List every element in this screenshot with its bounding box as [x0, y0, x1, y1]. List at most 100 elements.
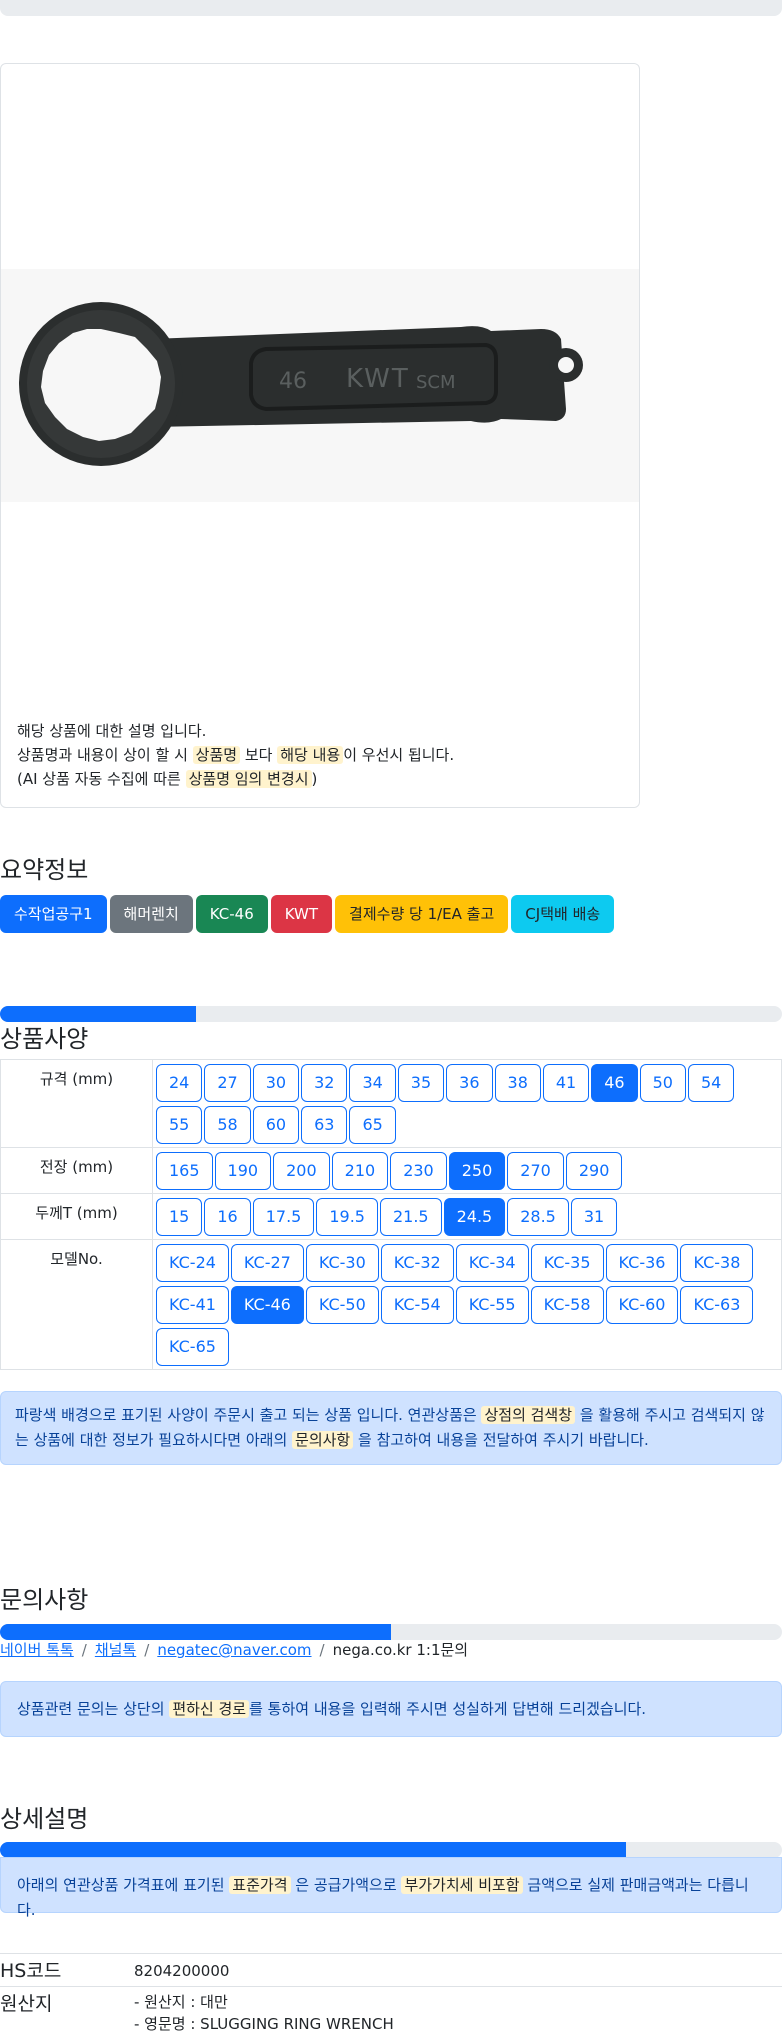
notes-text: 이 우선시 됩니다.	[343, 746, 455, 764]
summary-badge: KC-46	[195, 895, 268, 933]
highlight-standard-price: 표준가격	[229, 1876, 291, 1894]
channel-talk-link[interactable]: 채널톡	[95, 1641, 136, 1659]
product-notes: 해당 상품에 대한 설명 입니다. 상품명과 내용이 상이 할 시 상품명 보다…	[17, 719, 454, 791]
spec-option-button[interactable]: 63	[301, 1106, 348, 1144]
specs-title: 상품사양	[0, 1025, 89, 1053]
spec-option-button[interactable]: 21.5	[379, 1198, 442, 1236]
detail-notice: 아래의 연관상품 가격표에 표기된 표준가격 은 공급가액으로 부가가치세 비포…	[0, 1857, 782, 1919]
product-card: 46 KWT SCM 해당 상품에 대한 설명 입니다. 상품명과 내용이 상이…	[0, 63, 640, 808]
spec-option-button[interactable]: KC-24	[156, 1244, 229, 1282]
separator: /	[81, 1641, 87, 1659]
image-brand-text: KWT	[346, 364, 410, 394]
specs-progress-bar	[0, 1006, 782, 1022]
origin-english-name: - 영문명 : SLUGGING RING WRENCH	[134, 2015, 394, 2033]
spec-label: 규격 (mm)	[0, 1059, 153, 1148]
spec-option-button[interactable]: KC-60	[605, 1286, 679, 1324]
notes-text: (AI 상품 자동 수집에 따른	[17, 770, 181, 788]
spec-option-button[interactable]: 41	[542, 1064, 590, 1102]
origin-value: - 원산지 : 대만 - 영문명 : SLUGGING RING WRENCH	[134, 1991, 394, 2035]
notes-text: 상품명과 내용이 상이 할 시	[17, 746, 188, 764]
spec-label: 두께T (mm)	[0, 1193, 153, 1240]
hs-code-label: HS코드	[0, 1960, 62, 1982]
image-size-text: 46	[279, 369, 307, 394]
spec-option-button[interactable]: 32	[301, 1064, 348, 1102]
spec-option-button[interactable]: 200	[273, 1152, 330, 1190]
notice-text: 은 공급가액으로	[295, 1876, 397, 1894]
notice-text: 상품관련 문의는 상단의	[17, 1700, 165, 1718]
spec-option-button[interactable]: 270	[507, 1152, 564, 1190]
detail-title: 상세설명	[0, 1805, 89, 1833]
summary-badge: 결제수량 당 1/EA 출고	[335, 895, 509, 933]
spec-option-button[interactable]: 50	[639, 1064, 686, 1102]
spec-option-button[interactable]: KC-35	[530, 1244, 604, 1282]
spec-option-button[interactable]: KC-55	[455, 1286, 529, 1324]
spec-option-button[interactable]: 24.5	[443, 1198, 506, 1236]
notice-text: 를 통하여 내용을 입력해 주시면 성실하게 답변해 드리겠습니다.	[249, 1700, 647, 1718]
spec-option-button[interactable]: 30	[252, 1064, 300, 1102]
spec-option-button[interactable]: KC-36	[605, 1244, 679, 1282]
spec-option-button[interactable]: KC-46	[230, 1286, 304, 1324]
spec-option-button[interactable]: 24	[156, 1064, 203, 1102]
spec-option-button[interactable]: KC-38	[680, 1244, 754, 1282]
spec-option-button[interactable]: 27	[204, 1064, 251, 1102]
spec-option-button[interactable]: KC-32	[380, 1244, 454, 1282]
inquiry-progress-bar	[0, 1624, 782, 1640]
separator: /	[144, 1641, 150, 1659]
spec-option-button[interactable]: 290	[565, 1152, 623, 1190]
spec-option-button[interactable]: 36	[446, 1064, 493, 1102]
spec-option-button[interactable]: KC-63	[680, 1286, 754, 1324]
spec-values: 165 190 200 210 230 250 270 290	[152, 1147, 782, 1194]
notes-line-1: 해당 상품에 대한 설명 입니다.	[17, 722, 207, 740]
email-link[interactable]: negatec@naver.com	[157, 1641, 311, 1659]
summary-title: 요약정보	[0, 856, 89, 884]
spec-option-button[interactable]: 15	[156, 1198, 203, 1236]
spec-option-button[interactable]: KC-54	[380, 1286, 454, 1324]
spec-option-button[interactable]: 28.5	[507, 1198, 569, 1236]
spec-option-button[interactable]: 230	[390, 1152, 447, 1190]
product-image: 46 KWT SCM	[1, 269, 639, 502]
spec-option-button[interactable]: KC-30	[305, 1244, 379, 1282]
highlight-product-name: 상품명	[192, 746, 241, 764]
spec-option-button[interactable]: 35	[397, 1064, 445, 1102]
spec-option-button[interactable]: 34	[349, 1064, 396, 1102]
spec-option-button[interactable]: KC-50	[305, 1286, 379, 1324]
highlight-vat-excluded: 부가가치세 비포함	[401, 1876, 523, 1894]
spec-option-button[interactable]: KC-27	[230, 1244, 304, 1282]
spec-option-button[interactable]: KC-65	[156, 1328, 229, 1366]
spec-option-button[interactable]: 65	[349, 1106, 396, 1144]
spec-option-button[interactable]: 16	[204, 1198, 251, 1236]
spec-option-button[interactable]: 19.5	[316, 1198, 378, 1236]
spec-option-button[interactable]: 60	[252, 1106, 300, 1144]
summary-badges: 수작업공구1 해머렌치 KC-46 KWT 결제수량 당 1/EA 출고 CJ택배 배송	[0, 895, 615, 933]
detail-progress-fill	[0, 1842, 626, 1858]
spec-option-button[interactable]: 17.5	[252, 1198, 315, 1236]
spec-option-button[interactable]: 165	[156, 1152, 213, 1190]
notes-line-2: 상품명과 내용이 상이 할 시 상품명 보다 해당 내용 이 우선시 됩니다.	[17, 743, 454, 767]
spec-option-button[interactable]: 38	[494, 1064, 541, 1102]
spec-label: 전장 (mm)	[0, 1147, 153, 1194]
spec-table: 규격 (mm) 24 27 30 32 34 35 36 38 41 46 50 54 55 58 60 63 6…	[0, 1059, 782, 1370]
spec-option-button[interactable]: 55	[156, 1106, 203, 1144]
spec-option-button[interactable]: 31	[570, 1198, 618, 1236]
spec-values: KC-24 KC-27 KC-30 KC-32 KC-34 KC-35 KC-36 KC-38…	[152, 1239, 782, 1370]
spec-notice: 파랑색 배경으로 표기된 사양이 주문시 출고 되는 상품 입니다. 연관상품은…	[0, 1391, 782, 1465]
spec-option-button[interactable]: 54	[687, 1064, 735, 1102]
spec-option-button[interactable]: 190	[214, 1152, 272, 1190]
spec-values: 24 27 30 32 34 35 36 38 41 46 50 54 55 58 60 63 65	[152, 1059, 782, 1148]
spec-option-button[interactable]: 46	[591, 1064, 638, 1102]
image-material-text: SCM	[416, 372, 456, 393]
summary-badge: KWT	[270, 895, 333, 933]
naver-talk-link[interactable]: 네이버 톡톡	[0, 1641, 74, 1659]
spec-option-button[interactable]: 58	[204, 1106, 251, 1144]
top-bar	[0, 0, 782, 16]
spec-option-button[interactable]: 210	[331, 1152, 389, 1190]
notes-text: 보다	[244, 746, 273, 764]
summary-badge: 해머렌치	[109, 895, 193, 933]
spec-option-button[interactable]: KC-41	[156, 1286, 229, 1324]
spec-option-button[interactable]: KC-34	[455, 1244, 529, 1282]
hs-code-row: HS코드 8204200000	[0, 1953, 782, 1986]
notes-line-3: (AI 상품 자동 수집에 따른 상품명 임의 변경시)	[17, 767, 454, 791]
summary-badge: CJ택배 배송	[511, 895, 615, 933]
spec-option-button[interactable]: 250	[448, 1152, 506, 1190]
spec-option-button[interactable]: KC-58	[530, 1286, 604, 1324]
